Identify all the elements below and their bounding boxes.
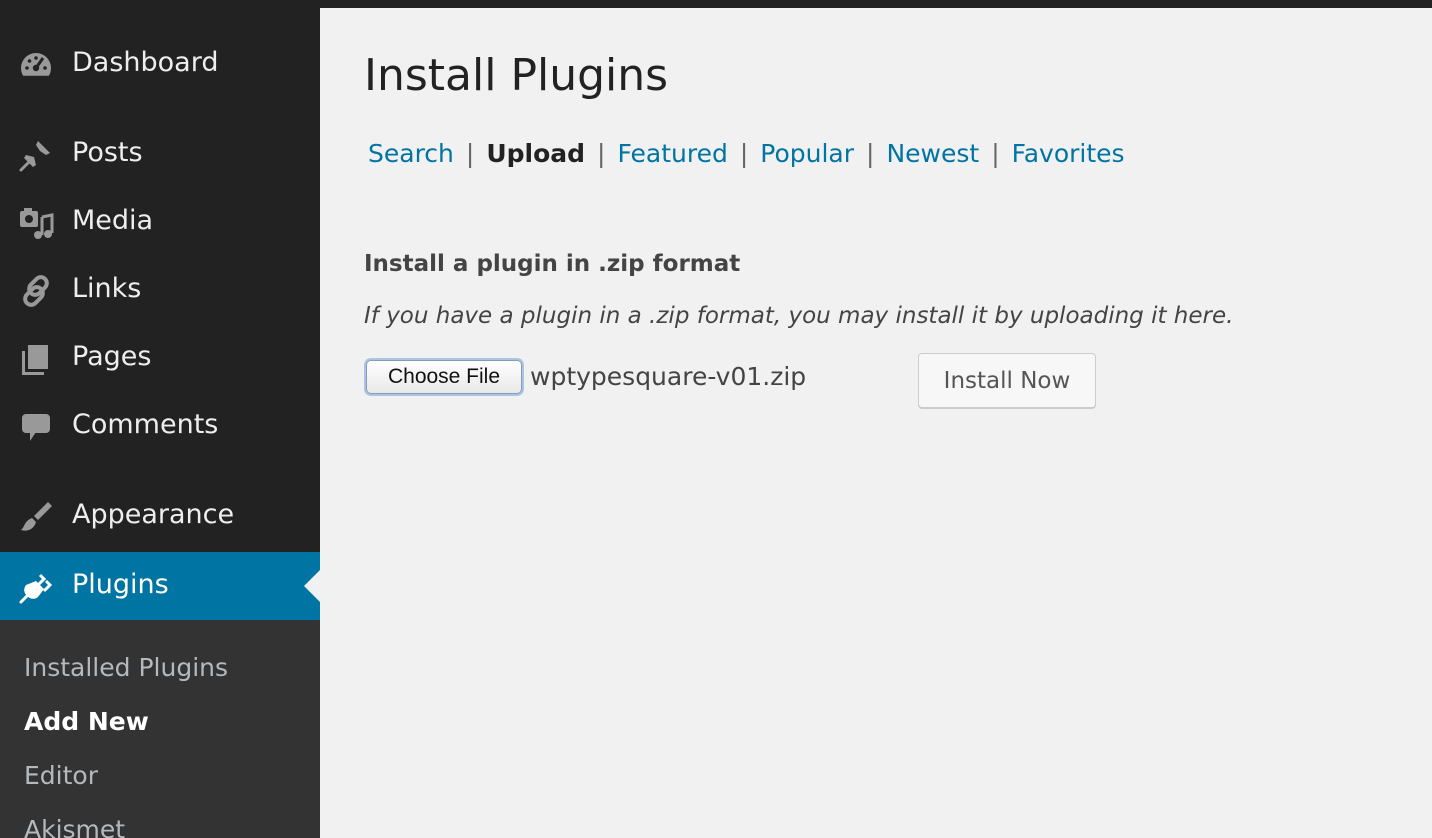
submenu-item-installed-plugins[interactable]: Installed Plugins bbox=[24, 652, 228, 684]
selected-file-name: wptypesquare-v01.zip bbox=[530, 362, 807, 391]
plugin-install-tabs: Search | Upload | Featured | Popular | Newest | Fa… bbox=[368, 137, 1125, 171]
tab-search[interactable]: Search bbox=[368, 139, 454, 168]
media-icon bbox=[18, 205, 54, 241]
plugins-submenu: Installed Plugins Add New Editor Akismet bbox=[0, 620, 320, 838]
tab-favorites[interactable]: Favorites bbox=[1012, 139, 1125, 168]
pushpin-icon bbox=[18, 137, 54, 173]
sidebar-item-comments[interactable]: Comments bbox=[0, 392, 320, 460]
tab-separator: | bbox=[465, 139, 475, 168]
tab-separator: | bbox=[597, 139, 606, 168]
sidebar-item-pages[interactable]: Pages bbox=[0, 324, 320, 392]
page-title: Install Plugins bbox=[364, 50, 669, 101]
paintbrush-icon bbox=[18, 499, 54, 535]
sidebar-item-plugins[interactable]: Plugins bbox=[0, 552, 320, 620]
tab-featured[interactable]: Featured bbox=[617, 139, 727, 168]
sidebar-item-label: Dashboard bbox=[72, 47, 219, 78]
submenu-item-add-new[interactable]: Add New bbox=[24, 706, 149, 738]
sidebar-item-label: Plugins bbox=[72, 569, 169, 600]
sidebar-item-label: Media bbox=[72, 205, 154, 236]
tab-upload[interactable]: Upload bbox=[486, 139, 585, 168]
sidebar-item-label: Comments bbox=[72, 409, 219, 440]
main-content: Install Plugins Search | Upload | Featured | P… bbox=[320, 8, 1432, 838]
active-menu-arrow bbox=[304, 570, 320, 602]
admin-top-bar bbox=[0, 0, 1432, 8]
comment-bubble-icon bbox=[18, 409, 54, 445]
tab-newest[interactable]: Newest bbox=[886, 139, 979, 168]
choose-file-button[interactable]: Choose File bbox=[366, 360, 522, 394]
link-icon bbox=[18, 273, 54, 309]
sidebar-item-links[interactable]: Links bbox=[0, 256, 320, 324]
sidebar-item-posts[interactable]: Posts bbox=[0, 120, 320, 188]
sidebar-item-label: Links bbox=[72, 273, 142, 304]
sidebar-item-label: Posts bbox=[72, 137, 143, 168]
install-now-button[interactable]: Install Now bbox=[918, 353, 1096, 408]
dashboard-icon bbox=[18, 47, 54, 83]
admin-sidebar: Dashboard Posts Media Links Pages Commen… bbox=[0, 8, 320, 838]
sidebar-item-media[interactable]: Media bbox=[0, 188, 320, 256]
pages-icon bbox=[18, 341, 54, 377]
upload-heading: Install a plugin in .zip format bbox=[364, 251, 741, 277]
submenu-item-akismet[interactable]: Akismet bbox=[24, 814, 125, 838]
tab-separator: | bbox=[739, 139, 749, 168]
tab-separator: | bbox=[991, 139, 1000, 168]
plug-icon bbox=[18, 569, 54, 605]
tab-separator: | bbox=[866, 139, 875, 168]
sidebar-item-label: Pages bbox=[72, 341, 152, 372]
upload-description: If you have a plugin in a .zip format, y… bbox=[364, 303, 1234, 329]
submenu-item-editor[interactable]: Editor bbox=[24, 760, 98, 792]
sidebar-item-dashboard[interactable]: Dashboard bbox=[0, 30, 320, 98]
sidebar-item-appearance[interactable]: Appearance bbox=[0, 482, 320, 550]
tab-popular[interactable]: Popular bbox=[760, 139, 854, 168]
sidebar-item-label: Appearance bbox=[72, 499, 235, 530]
